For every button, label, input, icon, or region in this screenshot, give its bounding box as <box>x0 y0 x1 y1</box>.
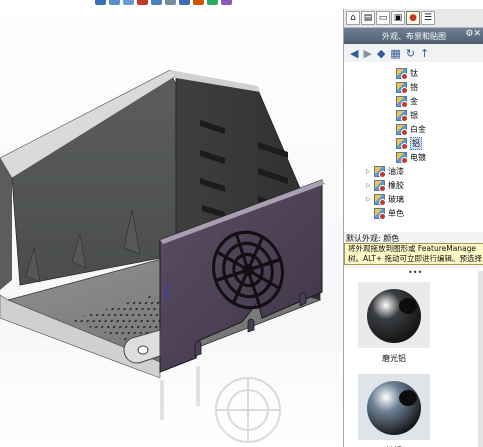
task-pane: ⌂ ▤ ▭ ▣ ● ☰ 外观、布景和贴图 ⚙✕ ◀ ▶ ◆ ▦ ↻ ↑ 钛铬金银白金铝电镀 ▷ 油漆 ▷ 橡… <box>343 9 483 447</box>
material-folder-icon <box>396 123 408 136</box>
material-folder-icon <box>396 67 408 80</box>
custom-properties-icon[interactable]: ☰ <box>421 11 435 25</box>
tree-item-label: 银 <box>410 110 418 120</box>
swatch-scrollbar[interactable] <box>478 271 483 447</box>
tree-item[interactable]: 银 <box>388 108 418 122</box>
material-folder-icon <box>396 95 408 108</box>
tree-item-label: 铬 <box>410 82 418 92</box>
tree-item[interactable]: 白金 <box>388 122 426 136</box>
appearance-swatch[interactable]: 铸铝 <box>358 374 430 447</box>
material-folder-icon <box>396 137 408 150</box>
appearance-swatch-list[interactable]: ••• 磨光铝铸铝 <box>344 268 483 447</box>
material-folder-icon <box>396 109 408 122</box>
appearance-tree[interactable]: 钛铬金银白金铝电镀 ▷ 油漆 ▷ 橡胶 ▷ 玻璃单色 <box>344 62 483 232</box>
splitter-grip[interactable]: ••• <box>408 268 422 277</box>
task-pane-tabs: ⌂ ▤ ▭ ▣ ● ☰ <box>344 9 483 28</box>
tree-item[interactable]: 金 <box>388 94 418 108</box>
task-pane-title-bar: 外观、布景和贴图 ⚙✕ <box>344 28 483 44</box>
drag-tooltip: 将外观拖放到图形或 FeatureManage 树。ALT+ 拖动可立即进行编辑… <box>344 243 483 265</box>
tree-item-label: 钛 <box>410 68 418 78</box>
material-folder-icon <box>374 193 386 206</box>
pin-icon[interactable]: ⚙✕ <box>465 29 481 39</box>
tooltip-line: 树。ALT+ 拖动可立即进行编辑。预选择 <box>348 254 483 263</box>
appearances-icon[interactable]: ● <box>406 11 420 25</box>
material-folder-icon <box>374 165 386 178</box>
material-folder-icon <box>396 151 408 164</box>
material-folder-icon <box>374 179 386 192</box>
back-wall <box>11 72 177 286</box>
up-folder-icon[interactable]: ↑ <box>420 48 429 59</box>
graphics-viewport[interactable] <box>0 0 343 447</box>
tree-item-label: 电镀 <box>410 152 426 162</box>
appearance-nav-toolbar: ◀ ▶ ◆ ▦ ↻ ↑ <box>344 44 483 63</box>
forward-icon[interactable]: ▶ <box>363 48 371 59</box>
home-icon[interactable]: ⌂ <box>346 11 360 25</box>
enclosure-model[interactable] <box>0 0 343 447</box>
task-pane-title: 外观、布景和贴图 <box>382 31 446 41</box>
tree-item[interactable]: 电镀 <box>388 150 426 164</box>
expand-arrow-icon[interactable]: ▷ <box>366 196 374 203</box>
tree-item-label: 玻璃 <box>388 194 404 204</box>
tree-item-label: 橡胶 <box>388 180 404 190</box>
view-tiles-icon[interactable]: ▦ <box>390 48 400 59</box>
left-wall <box>0 158 12 290</box>
view-palette-icon[interactable]: ▣ <box>391 11 405 25</box>
tree-item-label: 油漆 <box>388 166 404 176</box>
appearance-palette-icon[interactable]: ◆ <box>377 48 385 59</box>
tree-item-label: 单色 <box>388 208 404 218</box>
appearance-swatch[interactable]: 磨光铝 <box>358 282 430 364</box>
back-icon[interactable]: ◀ <box>350 48 358 59</box>
file-explorer-icon[interactable]: ▭ <box>376 11 390 25</box>
material-folder-icon <box>396 81 408 94</box>
tree-item-label: 金 <box>410 96 418 106</box>
design-library-icon[interactable]: ▤ <box>361 11 375 25</box>
tree-item[interactable]: 铬 <box>388 80 418 94</box>
material-folder-icon <box>374 207 386 220</box>
refresh-icon[interactable]: ↻ <box>406 48 415 59</box>
floor-reflection <box>160 366 281 443</box>
swatch-sphere-preview <box>358 374 430 440</box>
swatch-sphere-preview <box>358 282 430 348</box>
tree-item-label: 铝 <box>410 136 422 150</box>
tooltip-line: 将外观拖放到图形或 FeatureManage <box>348 244 477 253</box>
swatch-label: 磨光铝 <box>382 354 406 363</box>
expand-arrow-icon[interactable]: ▷ <box>366 168 374 175</box>
tree-item[interactable]: 单色 <box>366 206 404 220</box>
tree-item[interactable]: ▷ 油漆 <box>366 164 404 178</box>
tree-item[interactable]: ▷ 玻璃 <box>366 192 404 206</box>
tree-item[interactable]: 钛 <box>388 66 418 80</box>
tree-item[interactable]: ▷ 橡胶 <box>366 178 404 192</box>
tree-item[interactable]: 铝 <box>388 136 422 150</box>
expand-arrow-icon[interactable]: ▷ <box>366 182 374 189</box>
tree-item-label: 白金 <box>410 124 426 134</box>
